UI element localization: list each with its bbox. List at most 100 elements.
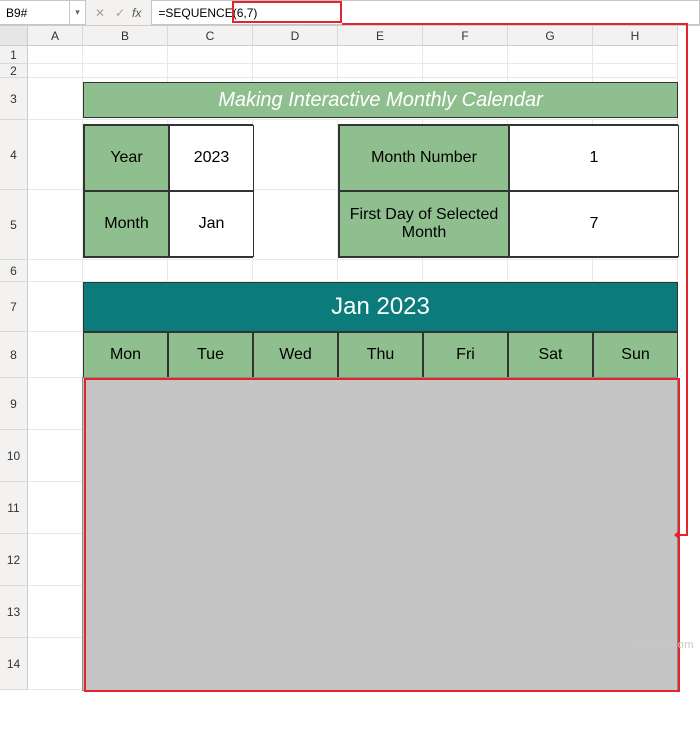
calendar-cell[interactable]: 20	[508, 482, 593, 534]
col-A[interactable]: A	[28, 26, 83, 46]
month-value[interactable]: Jan	[169, 191, 254, 257]
calendar-cell[interactable]: 15	[83, 482, 168, 534]
cell[interactable]	[168, 64, 253, 78]
cell[interactable]	[338, 46, 423, 64]
cell[interactable]	[508, 64, 593, 78]
col-B[interactable]: B	[83, 26, 168, 46]
calendar-cell[interactable]: 6	[508, 378, 593, 430]
cell[interactable]	[28, 64, 83, 78]
calendar-cell[interactable]: 9	[168, 430, 253, 482]
calendar-cell[interactable]: 22	[83, 534, 168, 586]
calendar-cell[interactable]: 34	[508, 586, 593, 638]
calendar-cell[interactable]: 26	[423, 534, 508, 586]
calendar-cell[interactable]: 23	[168, 534, 253, 586]
cell[interactable]	[28, 638, 83, 690]
calendar-cell[interactable]: 2	[168, 378, 253, 430]
col-H[interactable]: H	[593, 26, 678, 46]
cell[interactable]	[28, 260, 83, 282]
row-header[interactable]: 2	[0, 64, 28, 78]
row-header[interactable]: 6	[0, 260, 28, 282]
cell[interactable]	[253, 64, 338, 78]
row-header[interactable]: 12	[0, 534, 28, 586]
calendar-body[interactable]: 1234567891011121314151617181920212223242…	[83, 378, 678, 690]
cell[interactable]	[423, 64, 508, 78]
row-header[interactable]: 5	[0, 190, 28, 260]
calendar-cell[interactable]: 35	[593, 586, 678, 638]
col-G[interactable]: G	[508, 26, 593, 46]
calendar-cell[interactable]: 7	[593, 378, 678, 430]
calendar-cell[interactable]: 11	[338, 430, 423, 482]
cell[interactable]	[28, 282, 83, 332]
row-header[interactable]: 10	[0, 430, 28, 482]
calendar-cell[interactable]: 21	[593, 482, 678, 534]
col-F[interactable]: F	[423, 26, 508, 46]
calendar-cell[interactable]: 36	[83, 638, 168, 690]
name-box[interactable]: B9#	[0, 0, 70, 25]
calendar-cell[interactable]: 39	[338, 638, 423, 690]
cell[interactable]	[253, 190, 338, 260]
cell[interactable]	[253, 260, 338, 282]
cell[interactable]	[28, 378, 83, 430]
calendar-cell[interactable]: 32	[338, 586, 423, 638]
col-D[interactable]: D	[253, 26, 338, 46]
calendar-cell[interactable]: 38	[253, 638, 338, 690]
cell[interactable]	[253, 120, 338, 190]
formula-bar[interactable]: =SEQUENCE(6,7)	[151, 0, 700, 25]
cell[interactable]	[28, 482, 83, 534]
calendar-cell[interactable]: 31	[253, 586, 338, 638]
row-header[interactable]: 1	[0, 46, 28, 64]
calendar-cell[interactable]: 1	[83, 378, 168, 430]
row-header[interactable]: 13	[0, 586, 28, 638]
cell[interactable]	[83, 46, 168, 64]
enter-icon[interactable]: ✓	[112, 6, 128, 20]
cell[interactable]	[28, 586, 83, 638]
cell[interactable]	[593, 260, 678, 282]
cell[interactable]	[593, 46, 678, 64]
calendar-cell[interactable]: 18	[338, 482, 423, 534]
row-header[interactable]: 11	[0, 482, 28, 534]
cell[interactable]	[83, 260, 168, 282]
cancel-icon[interactable]: ✕	[92, 6, 108, 20]
row-header[interactable]: 14	[0, 638, 28, 690]
calendar-cell[interactable]: 28	[593, 534, 678, 586]
cell[interactable]	[338, 64, 423, 78]
fx-icon[interactable]: fx	[132, 6, 145, 20]
row-header[interactable]: 8	[0, 332, 28, 378]
calendar-cell[interactable]: 10	[253, 430, 338, 482]
row-header[interactable]: 9	[0, 378, 28, 430]
calendar-cell[interactable]: 4	[338, 378, 423, 430]
cell[interactable]	[338, 260, 423, 282]
calendar-cell[interactable]: 27	[508, 534, 593, 586]
calendar-cell[interactable]: 14	[593, 430, 678, 482]
cell[interactable]	[28, 430, 83, 482]
cell[interactable]	[28, 78, 83, 120]
calendar-cell[interactable]: 16	[168, 482, 253, 534]
row-header[interactable]: 7	[0, 282, 28, 332]
calendar-cell[interactable]: 12	[423, 430, 508, 482]
cell[interactable]	[28, 332, 83, 378]
row-header[interactable]: 3	[0, 78, 28, 120]
col-E[interactable]: E	[338, 26, 423, 46]
calendar-cell[interactable]: 17	[253, 482, 338, 534]
cell[interactable]	[83, 64, 168, 78]
cell[interactable]	[508, 46, 593, 64]
cell[interactable]	[28, 120, 83, 190]
cell[interactable]	[28, 534, 83, 586]
col-C[interactable]: C	[168, 26, 253, 46]
calendar-cell[interactable]: 30	[168, 586, 253, 638]
calendar-cell[interactable]: 33	[423, 586, 508, 638]
select-all-triangle[interactable]	[0, 26, 28, 46]
cell[interactable]	[253, 46, 338, 64]
calendar-cell[interactable]: 13	[508, 430, 593, 482]
calendar-cell[interactable]: 37	[168, 638, 253, 690]
cell[interactable]	[168, 46, 253, 64]
calendar-cell[interactable]: 24	[253, 534, 338, 586]
year-value[interactable]: 2023	[169, 125, 254, 191]
cell[interactable]	[423, 46, 508, 64]
cell[interactable]	[593, 64, 678, 78]
calendar-cell[interactable]: 19	[423, 482, 508, 534]
name-box-dropdown-icon[interactable]: ▾	[70, 0, 86, 25]
row-header[interactable]: 4	[0, 120, 28, 190]
calendar-cell[interactable]: 40	[423, 638, 508, 690]
cell[interactable]	[28, 190, 83, 260]
